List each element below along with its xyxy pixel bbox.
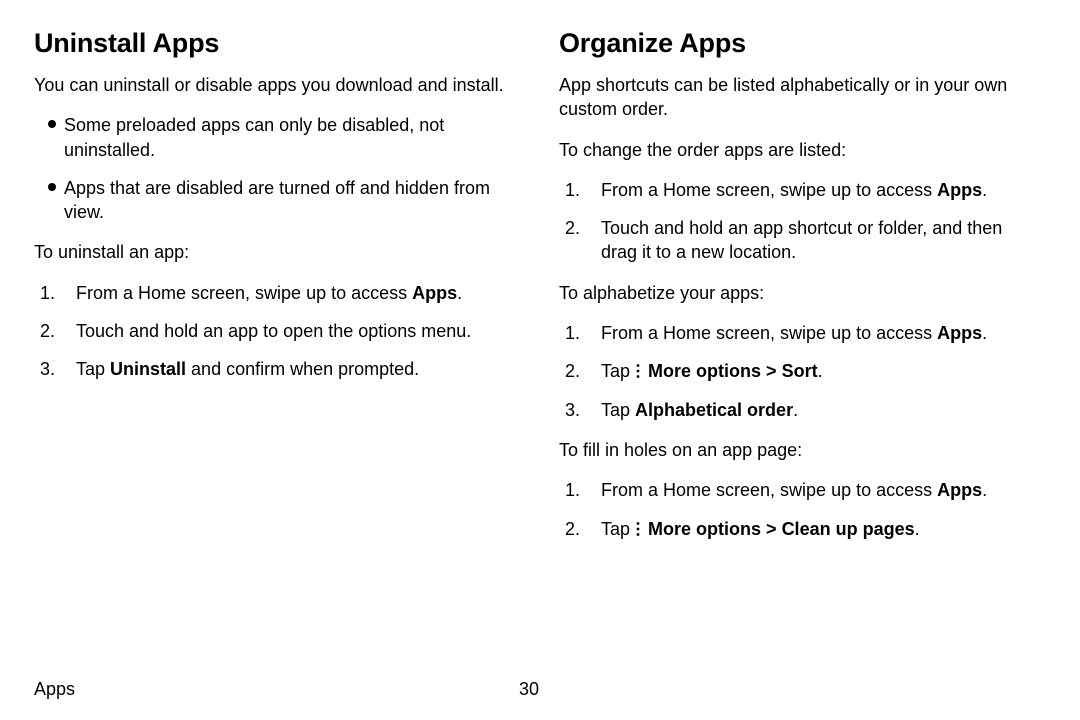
organize-steps-fill: From a Home screen, swipe up to access A… [559, 478, 1040, 541]
uninstall-apps-heading: Uninstall Apps [34, 28, 515, 59]
step-text: Tap [76, 359, 110, 379]
page-footer: Apps 30 [34, 673, 1040, 700]
list-item: From a Home screen, swipe up to access A… [559, 178, 1040, 202]
organize-intro: App shortcuts can be listed alphabetical… [559, 73, 1040, 122]
organize-lead-alpha: To alphabetize your apps: [559, 281, 1040, 305]
step-text: From a Home screen, swipe up to access [601, 323, 937, 343]
list-item: Tap More options > Clean up pages. [559, 517, 1040, 541]
step-text: . [982, 323, 987, 343]
step-text: Tap [601, 361, 635, 381]
bold-text: > [761, 361, 782, 381]
list-item: Some preloaded apps can only be disabled… [34, 113, 515, 162]
list-item: Apps that are disabled are turned off an… [34, 176, 515, 225]
bold-text: > [761, 519, 782, 539]
list-item: From a Home screen, swipe up to access A… [34, 281, 515, 305]
step-text: Tap [601, 519, 635, 539]
bold-text: More options [648, 519, 761, 539]
step-text: . [982, 480, 987, 500]
right-column: Organize Apps App shortcuts can be liste… [559, 28, 1040, 673]
more-options-icon [635, 363, 641, 379]
step-text: . [818, 361, 823, 381]
list-item: From a Home screen, swipe up to access A… [559, 321, 1040, 345]
page: Uninstall Apps You can uninstall or disa… [0, 0, 1080, 720]
organize-steps-alpha: From a Home screen, swipe up to access A… [559, 321, 1040, 422]
uninstall-steps: From a Home screen, swipe up to access A… [34, 281, 515, 382]
step-text: . [793, 400, 798, 420]
list-item: Tap More options > Sort. [559, 359, 1040, 383]
list-item: From a Home screen, swipe up to access A… [559, 478, 1040, 502]
bold-text: Alphabetical order [635, 400, 793, 420]
bold-text: Apps [937, 180, 982, 200]
organize-apps-heading: Organize Apps [559, 28, 1040, 59]
organize-steps-order: From a Home screen, swipe up to access A… [559, 178, 1040, 265]
step-text: Tap [601, 400, 635, 420]
uninstall-lead: To uninstall an app: [34, 240, 515, 264]
list-item: Touch and hold an app shortcut or folder… [559, 216, 1040, 265]
list-item: Touch and hold an app to open the option… [34, 319, 515, 343]
bold-text: Uninstall [110, 359, 186, 379]
left-column: Uninstall Apps You can uninstall or disa… [34, 28, 515, 673]
step-text: . [915, 519, 920, 539]
columns: Uninstall Apps You can uninstall or disa… [34, 28, 1040, 673]
bold-text: Apps [937, 480, 982, 500]
list-item: Tap Alphabetical order. [559, 398, 1040, 422]
more-options-icon [635, 521, 641, 537]
step-text: From a Home screen, swipe up to access [601, 180, 937, 200]
step-text: . [982, 180, 987, 200]
uninstall-notes-list: Some preloaded apps can only be disabled… [34, 113, 515, 224]
list-item: Tap Uninstall and confirm when prompted. [34, 357, 515, 381]
step-text: From a Home screen, swipe up to access [601, 480, 937, 500]
bold-text: Apps [412, 283, 457, 303]
bold-text: Sort [782, 361, 818, 381]
bold-text: Clean up pages [782, 519, 915, 539]
step-text: From a Home screen, swipe up to access [76, 283, 412, 303]
bold-text: Apps [937, 323, 982, 343]
footer-page-number: 30 [519, 679, 539, 700]
step-text: . [457, 283, 462, 303]
bold-text: More options [648, 361, 761, 381]
organize-lead-order: To change the order apps are listed: [559, 138, 1040, 162]
uninstall-intro: You can uninstall or disable apps you do… [34, 73, 515, 97]
footer-section: Apps [34, 679, 75, 700]
organize-lead-fill: To fill in holes on an app page: [559, 438, 1040, 462]
step-text: and confirm when prompted. [186, 359, 419, 379]
